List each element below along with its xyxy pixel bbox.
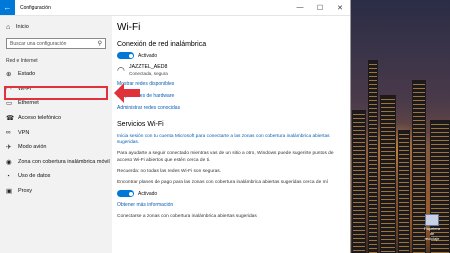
globe-icon: ⊕ <box>6 71 12 79</box>
available-networks-link[interactable]: Mostrar redes disponibles <box>117 81 344 87</box>
sidebar-item-label: Uso de datos <box>18 173 51 180</box>
network-item[interactable]: ◠ JAZZTEL_AED8 Conectada, segura <box>117 64 344 76</box>
network-status: Conectada, segura <box>129 71 168 76</box>
sidebar-item-label: Estado <box>18 71 36 78</box>
reminder-text: Recuerda: no todas las redes Wi-Fi son s… <box>117 168 221 174</box>
red-arrow-icon <box>114 83 140 103</box>
sidebar-item-label: Zona con cobertura inalámbrica móvil <box>18 158 110 165</box>
wifi-toggle[interactable] <box>117 52 134 59</box>
search-input[interactable] <box>10 40 98 47</box>
data-usage-icon: ◔ <box>6 172 10 180</box>
desktop-shortcut[interactable]: Papelera de reciclaje <box>422 214 442 241</box>
sidebar-item-label: Acceso telefónico <box>18 115 62 122</box>
settings-window: ← Configuración — ☐ ✕ ⌂ Inicio ⚲ Red e I… <box>0 0 351 253</box>
title-bar: ← Configuración — ☐ ✕ <box>0 0 350 16</box>
maximize-button[interactable]: ☐ <box>310 0 330 15</box>
sidebar-section-label: Red e Internet <box>6 58 38 64</box>
window-title: Configuración <box>20 4 51 11</box>
back-arrow-icon: ← <box>3 3 12 12</box>
paid-plans-toggle-row: Activado <box>117 190 344 198</box>
sidebar-item-zona-cobertura[interactable]: ◉ Zona con cobertura inalámbrica móvil <box>0 155 112 170</box>
wifi-toggle-row: Activado <box>117 52 344 59</box>
hotspot-icon: ◉ <box>6 158 12 166</box>
recycle-bin-icon <box>425 214 439 226</box>
skyline-building <box>380 95 396 253</box>
proxy-icon: ▣ <box>6 188 13 196</box>
paid-plans-text: Encontrar planes de pago para las zonas … <box>117 180 328 186</box>
wireless-heading: Conexión de red inalámbrica <box>117 41 207 48</box>
dialup-icon: ☎ <box>6 115 15 123</box>
skyline-building <box>352 110 366 253</box>
home-icon: ⌂ <box>6 23 11 31</box>
sidebar-item-label: Modo avión <box>18 144 47 151</box>
airplane-icon: ✈ <box>6 144 12 152</box>
close-button[interactable]: ✕ <box>330 0 350 15</box>
back-button[interactable]: ← <box>0 0 15 15</box>
connect-text: Conectarse a zonas con cobertura inalámb… <box>117 214 257 220</box>
sidebar-item-proxy[interactable]: ▣ Proxy <box>0 184 112 199</box>
search-icon[interactable]: ⚲ <box>98 40 102 47</box>
ethernet-icon: ▭ <box>6 100 13 108</box>
sidebar-item-label: Proxy <box>18 188 33 195</box>
sidebar-item-vpn[interactable]: ∞ VPN <box>0 125 112 140</box>
wifi-highlight-box <box>4 86 108 100</box>
wifi-signal-icon: ◠ <box>117 64 125 75</box>
sidebar-item-uso-datos[interactable]: ◔ Uso de datos <box>0 169 112 184</box>
paid-plans-toggle[interactable] <box>117 190 134 198</box>
sidebar-item-estado[interactable]: ⊕ Estado <box>0 67 112 82</box>
sidebar-home-label: Inicio <box>16 24 29 30</box>
page-title: Wi-Fi <box>117 22 141 33</box>
sidebar-item-acceso-telefonico[interactable]: ☎ Acceso telefónico <box>0 111 112 126</box>
hardware-properties-link[interactable]: Propiedades de hardware <box>117 93 344 99</box>
vpn-icon: ∞ <box>6 129 11 137</box>
window-controls: — ☐ ✕ <box>290 0 350 15</box>
sidebar-home[interactable]: ⌂ Inicio <box>0 20 112 34</box>
desktop-shortcut-label: Papelera de reciclaje <box>423 226 440 241</box>
sidebar-item-label: Ethernet <box>18 100 39 107</box>
signin-link[interactable]: Inicia sesión con tu cuenta Microsoft pa… <box>117 134 344 146</box>
manage-known-networks-link[interactable]: Administrar redes conocidas <box>117 105 344 111</box>
paid-plans-toggle-label: Activado <box>138 190 158 197</box>
sidebar-item-modo-avion[interactable]: ✈ Modo avión <box>0 140 112 155</box>
skyline-building <box>398 130 410 253</box>
wifi-toggle-label: Activado <box>138 52 158 59</box>
services-heading: Servicios Wi-Fi <box>117 121 164 128</box>
main-content: Wi-Fi Conexión de red inalámbrica Activa… <box>117 16 344 253</box>
network-name: JAZZTEL_AED8 <box>129 64 168 70</box>
skyline-building <box>368 60 378 253</box>
sidebar: ⌂ Inicio ⚲ Red e Internet ⊕ Estado ◠ Wi-… <box>0 16 112 253</box>
sidebar-item-label: VPN <box>18 129 30 136</box>
minimize-button[interactable]: — <box>290 0 310 15</box>
help-text: Para ayudarte a seguir conectado mientra… <box>117 151 334 163</box>
more-info-link[interactable]: Obtener más información <box>117 202 344 208</box>
search-box: ⚲ <box>6 38 106 49</box>
